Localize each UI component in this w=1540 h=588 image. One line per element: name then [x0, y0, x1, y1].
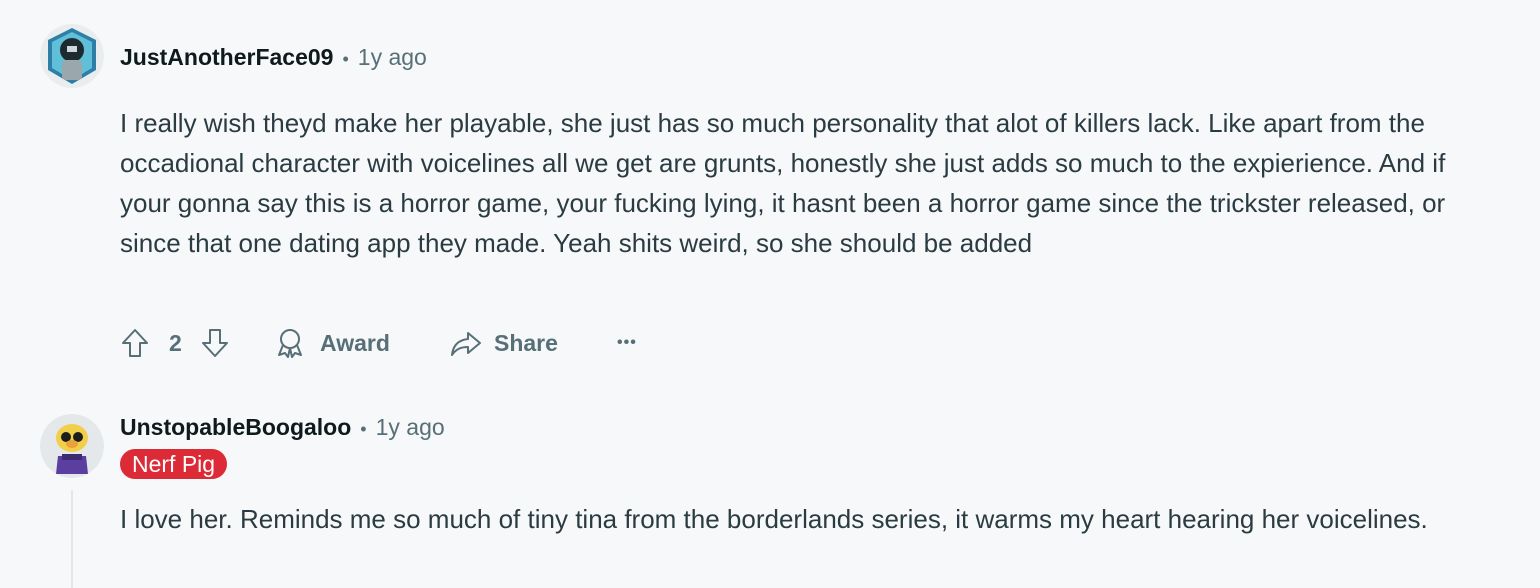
award-label: Award — [320, 329, 390, 356]
username[interactable]: JustAnotherFace09 — [120, 44, 333, 71]
more-options-button[interactable]: ••• — [617, 320, 637, 366]
share-icon — [450, 327, 482, 359]
comment-actions: 2 Award Share ••• — [0, 320, 700, 366]
more-icon: ••• — [617, 334, 637, 351]
thread-line[interactable] — [71, 490, 73, 588]
upvote-icon — [120, 327, 150, 359]
timestamp[interactable]: 1y ago — [376, 414, 445, 441]
comment-body: I love her. Reminds me so much of tiny t… — [120, 504, 1428, 534]
avatar[interactable] — [40, 414, 104, 478]
share-button[interactable]: Share — [450, 320, 558, 366]
timestamp[interactable]: 1y ago — [358, 44, 427, 71]
award-button[interactable]: Award — [274, 320, 390, 366]
username[interactable]: UnstopableBoogaloo — [120, 414, 351, 441]
comment-body: I really wish theyd make her playable, s… — [120, 108, 1446, 258]
award-icon — [274, 327, 306, 359]
share-label: Share — [494, 329, 558, 356]
comment-meta: UnstopableBoogaloo • 1y ago — [120, 414, 445, 441]
upvote-button[interactable] — [120, 320, 150, 366]
separator-dot: • — [342, 49, 349, 69]
comment-meta: JustAnotherFace09 • 1y ago — [120, 44, 427, 71]
vote-count: 2 — [169, 329, 182, 356]
separator-dot: • — [360, 419, 367, 439]
avatar[interactable] — [40, 24, 104, 88]
downvote-button[interactable] — [200, 320, 230, 366]
user-flair: Nerf Pig — [120, 449, 228, 479]
downvote-icon — [200, 327, 230, 359]
